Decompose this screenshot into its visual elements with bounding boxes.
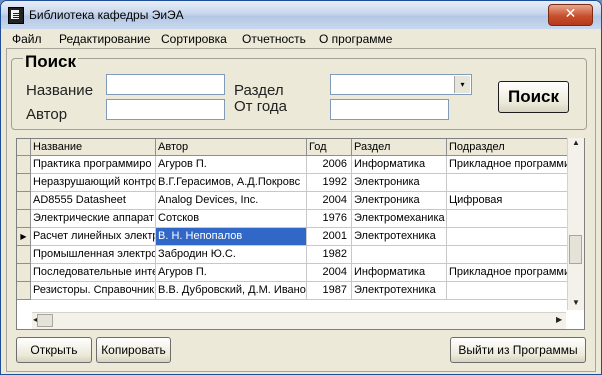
- cell-name[interactable]: Электрические аппарат: [31, 210, 156, 228]
- cell-year[interactable]: 1992: [307, 174, 352, 192]
- cell-subsection[interactable]: Прикладное программи: [447, 264, 570, 282]
- author-input[interactable]: [106, 99, 225, 120]
- author-label: Автор: [26, 106, 68, 123]
- cell-section[interactable]: Электроника: [352, 174, 447, 192]
- cell-subsection[interactable]: [447, 210, 570, 228]
- horizontal-scrollbar[interactable]: ◀ ▶: [32, 312, 566, 329]
- cell-author[interactable]: Агуров П.: [156, 264, 307, 282]
- row-indicator[interactable]: [17, 282, 31, 300]
- name-input[interactable]: [106, 74, 225, 95]
- cell-author[interactable]: В.Г.Герасимов, А.Д.Покровс: [156, 174, 307, 192]
- cell-subsection[interactable]: [447, 228, 570, 246]
- books-table: Название Автор Год Раздел Подраздел Прак…: [16, 138, 585, 330]
- row-indicator[interactable]: [17, 156, 31, 174]
- cell-subsection[interactable]: Прикладное программи: [447, 156, 570, 174]
- horizontal-scroll-thumb[interactable]: [37, 314, 53, 327]
- row-indicator[interactable]: [17, 264, 31, 282]
- cell-year[interactable]: 1987: [307, 282, 352, 300]
- column-header-section[interactable]: Раздел: [352, 139, 447, 156]
- cell-subsection[interactable]: [447, 282, 570, 300]
- cell-year[interactable]: 2004: [307, 264, 352, 282]
- cell-section[interactable]: Информатика: [352, 156, 447, 174]
- column-header-name[interactable]: Название: [31, 139, 156, 156]
- copy-button[interactable]: Копировать: [96, 337, 171, 363]
- column-header-author[interactable]: Автор: [156, 139, 307, 156]
- section-label: Раздел: [234, 82, 284, 99]
- cell-section[interactable]: Электромеханика: [352, 210, 447, 228]
- cell-name[interactable]: Практика программиро: [31, 156, 156, 174]
- cell-name[interactable]: Последовательные инте: [31, 264, 156, 282]
- cell-author[interactable]: Analog Devices, Inc.: [156, 192, 307, 210]
- cell-name[interactable]: Неразрушающий контро: [31, 174, 156, 192]
- column-header-year[interactable]: Год: [307, 139, 352, 156]
- cell-year[interactable]: 1982: [307, 246, 352, 264]
- cell-name[interactable]: Резисторы. Справочник: [31, 282, 156, 300]
- vertical-scroll-thumb[interactable]: [569, 235, 582, 264]
- cell-section[interactable]: Электроника: [352, 192, 447, 210]
- main-window: Библиотека кафедры ЭиЭА ✕ Файл Редактиро…: [0, 0, 602, 375]
- cell-author[interactable]: Агуров П.: [156, 156, 307, 174]
- cell-section[interactable]: [352, 246, 447, 264]
- section-dropdown[interactable]: ▾: [330, 74, 472, 95]
- search-button[interactable]: Поиск: [498, 81, 569, 113]
- menu-sort[interactable]: Сортировка: [161, 32, 227, 46]
- cell-subsection[interactable]: [447, 246, 570, 264]
- window-title: Библиотека кафедры ЭиЭА: [29, 8, 184, 22]
- menu-edit[interactable]: Редактирование: [59, 32, 150, 46]
- cell-name[interactable]: Промышленная электро: [31, 246, 156, 264]
- row-indicator[interactable]: [17, 174, 31, 192]
- exit-button[interactable]: Выйти из Программы: [450, 337, 586, 363]
- chevron-down-icon[interactable]: ▾: [454, 76, 470, 93]
- scroll-down-icon[interactable]: ▼: [572, 298, 580, 307]
- cell-section[interactable]: Информатика: [352, 264, 447, 282]
- year-input[interactable]: [330, 99, 449, 120]
- row-indicator[interactable]: [17, 246, 31, 264]
- row-indicator[interactable]: ▶: [17, 228, 31, 246]
- row-indicator[interactable]: [17, 192, 31, 210]
- search-group-title: Поиск: [23, 52, 79, 72]
- cell-section[interactable]: Электротехника: [352, 228, 447, 246]
- table-corner: [17, 139, 31, 156]
- cell-name[interactable]: Расчет линейных электр: [31, 228, 156, 246]
- column-header-subsection[interactable]: Подраздел: [447, 139, 570, 156]
- cell-author[interactable]: В.В. Дубровский, Д.М. Ивано: [156, 282, 307, 300]
- year-label: От года: [234, 98, 287, 115]
- cell-name[interactable]: AD8555 Datasheet: [31, 192, 156, 210]
- cell-year[interactable]: 2001: [307, 228, 352, 246]
- scroll-up-icon[interactable]: ▲: [572, 138, 580, 147]
- close-button[interactable]: ✕: [548, 4, 593, 26]
- row-indicator[interactable]: [17, 210, 31, 228]
- cell-author[interactable]: В. Н. Непопалов: [156, 228, 307, 246]
- title-bar[interactable]: Библиотека кафедры ЭиЭА ✕: [1, 1, 601, 29]
- open-button[interactable]: Открыть: [16, 337, 92, 363]
- cell-year[interactable]: 1976: [307, 210, 352, 228]
- menu-reports[interactable]: Отчетность: [242, 32, 306, 46]
- scroll-right-icon[interactable]: ▶: [556, 315, 562, 324]
- name-label: Название: [26, 82, 94, 99]
- menu-about[interactable]: О программе: [319, 32, 392, 46]
- cell-year[interactable]: 2004: [307, 192, 352, 210]
- cell-author[interactable]: Сотсков: [156, 210, 307, 228]
- cell-subsection[interactable]: [447, 174, 570, 192]
- menu-file[interactable]: Файл: [12, 32, 42, 46]
- cell-subsection[interactable]: Цифровая: [447, 192, 570, 210]
- application-icon: [8, 7, 24, 24]
- cell-section[interactable]: Электротехника: [352, 282, 447, 300]
- cell-author[interactable]: Забродин Ю.С.: [156, 246, 307, 264]
- menu-bar: Файл Редактирование Сортировка Отчетност…: [6, 30, 596, 48]
- cell-year[interactable]: 2006: [307, 156, 352, 174]
- vertical-scrollbar[interactable]: ▲ ▼: [567, 138, 584, 310]
